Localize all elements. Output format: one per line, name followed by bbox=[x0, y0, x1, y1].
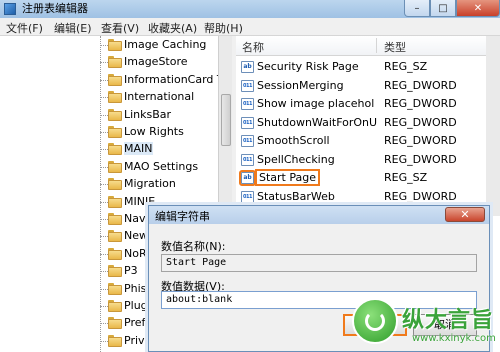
menu-favorites[interactable]: 收藏夹(A) bbox=[148, 20, 197, 36]
folder-icon bbox=[108, 265, 122, 278]
value-name: SpellChecking bbox=[257, 152, 335, 166]
binary-value-icon: 011 bbox=[241, 79, 254, 92]
tree-item-label: Image Caching bbox=[124, 38, 207, 51]
values-column-header: 名称 类型 bbox=[236, 36, 500, 56]
window-title-bar: 注册表编辑器 – □ ✕ bbox=[0, 0, 500, 18]
tree-item-label: P3 bbox=[124, 264, 138, 278]
tree-item-migration[interactable]: Migration bbox=[100, 176, 218, 193]
value-type: REG_SZ bbox=[384, 60, 428, 73]
tree-item-informationcard[interactable]: InformationCard T bbox=[100, 72, 224, 89]
value-type: REG_DWORD bbox=[384, 97, 457, 110]
close-button[interactable]: ✕ bbox=[456, 0, 500, 17]
window-controls: – □ ✕ bbox=[404, 0, 500, 18]
value-row-sessionmerging[interactable]: 011 SessionMerging REG_DWORD bbox=[236, 77, 486, 95]
folder-icon bbox=[108, 73, 122, 86]
value-name-label: 数值名称(N): bbox=[161, 240, 226, 253]
column-header-name[interactable]: 名称 bbox=[242, 39, 264, 55]
folder-icon bbox=[108, 282, 122, 295]
value-name-field: Start Page bbox=[161, 254, 477, 272]
menu-file[interactable]: 文件(F) bbox=[6, 20, 43, 36]
tree-item-low-rights[interactable]: Low Rights bbox=[100, 124, 218, 141]
folder-icon bbox=[108, 300, 122, 312]
tree-item-label: NoR bbox=[124, 246, 147, 260]
binary-value-icon: 011 bbox=[241, 135, 254, 147]
value-row-shutdownwaitforonunload[interactable]: 011 ShutdownWaitForOnU REG_DWORD bbox=[236, 114, 486, 132]
value-name: SessionMerging bbox=[257, 78, 344, 92]
tree-item-imagestore[interactable]: ImageStore bbox=[100, 54, 218, 71]
minimize-button[interactable]: – bbox=[404, 0, 430, 17]
value-name: SmoothScroll bbox=[257, 134, 330, 147]
folder-icon bbox=[108, 317, 122, 330]
string-value-icon: ab bbox=[239, 170, 256, 186]
value-row-smoothscroll[interactable]: 011 SmoothScroll REG_DWORD bbox=[236, 132, 486, 150]
folder-icon bbox=[108, 230, 122, 243]
tree-item-label: LinksBar bbox=[124, 107, 172, 121]
value-row-start-page[interactable]: ab Start Page REG_SZ bbox=[236, 169, 486, 187]
value-type: REG_DWORD bbox=[384, 115, 457, 129]
tree-item-main[interactable]: MAIN bbox=[100, 141, 218, 158]
folder-icon bbox=[108, 334, 122, 347]
folder-icon bbox=[108, 247, 122, 260]
regedit-app-icon bbox=[4, 3, 16, 15]
watermark-logo bbox=[352, 298, 398, 344]
value-name: StatusBarWeb bbox=[257, 189, 335, 203]
menu-view[interactable]: 查看(V) bbox=[101, 20, 139, 36]
value-type: REG_SZ bbox=[384, 171, 428, 184]
tree-item-label: Low Rights bbox=[124, 125, 184, 138]
folder-icon bbox=[108, 213, 122, 225]
tree-item-label: Plug bbox=[124, 299, 148, 312]
value-row-statusbarweb[interactable]: 011 StatusBarWeb REG_DWORD bbox=[236, 188, 486, 206]
tree-item-label: International bbox=[124, 90, 195, 104]
value-type: REG_DWORD bbox=[384, 78, 457, 92]
tree-item-label: InformationCard T bbox=[124, 72, 224, 86]
folder-icon bbox=[108, 160, 122, 173]
tree-item-linksbar[interactable]: LinksBar bbox=[100, 107, 218, 124]
tree-item-label: MAO Settings bbox=[124, 159, 199, 173]
value-type: REG_DWORD bbox=[384, 152, 457, 166]
binary-value-icon: 011 bbox=[241, 190, 254, 203]
tree-item-label: MAIN bbox=[124, 142, 153, 156]
tree-item-international[interactable]: International bbox=[100, 89, 218, 106]
dialog-title: 编辑字符串 bbox=[155, 210, 210, 223]
dialog-close-button[interactable]: ✕ bbox=[445, 207, 485, 222]
values-scrollbar[interactable] bbox=[486, 36, 500, 216]
tree-scrollbar-thumb[interactable] bbox=[221, 94, 231, 146]
window-title: 注册表编辑器 bbox=[22, 2, 88, 15]
value-row-security-risk-page[interactable]: ab Security Risk Page REG_SZ bbox=[236, 58, 486, 76]
folder-icon bbox=[108, 178, 122, 191]
binary-value-icon: 011 bbox=[241, 153, 254, 166]
folder-icon bbox=[108, 91, 122, 104]
column-header-type[interactable]: 类型 bbox=[384, 39, 406, 55]
tree-item-mao-settings[interactable]: MAO Settings bbox=[100, 159, 218, 176]
value-type: REG_DWORD bbox=[384, 134, 457, 147]
menu-bar: 文件(F) 编辑(E) 查看(V) 收藏夹(A) 帮助(H) bbox=[0, 18, 500, 36]
folder-open-icon bbox=[108, 143, 122, 156]
maximize-button[interactable]: □ bbox=[430, 0, 456, 17]
value-name: Start Page bbox=[255, 169, 320, 186]
value-row-show-image-placeholder[interactable]: 011 Show image placehol REG_DWORD bbox=[236, 95, 486, 113]
value-name: Show image placehol bbox=[257, 97, 375, 110]
value-type: REG_DWORD bbox=[384, 189, 457, 203]
folder-icon bbox=[108, 39, 122, 51]
folder-icon bbox=[108, 195, 122, 208]
tree-item-label: New bbox=[124, 229, 148, 243]
folder-icon bbox=[108, 108, 122, 121]
watermark-url: www.kxinyk.com bbox=[412, 333, 496, 344]
binary-value-icon: 011 bbox=[241, 98, 254, 110]
value-name: ShutdownWaitForOnU bbox=[257, 115, 377, 129]
watermark-text: 纵大言旨 bbox=[402, 308, 495, 333]
tree-item-image-caching[interactable]: Image Caching bbox=[100, 37, 218, 54]
binary-value-icon: 011 bbox=[241, 116, 254, 129]
value-row-spellchecking[interactable]: 011 SpellChecking REG_DWORD bbox=[236, 151, 486, 169]
tree-item-label: Migration bbox=[124, 177, 176, 191]
string-value-icon: ab bbox=[241, 61, 254, 73]
value-name: Security Risk Page bbox=[257, 60, 359, 73]
tree-item-label: ImageStore bbox=[124, 55, 188, 69]
menu-edit[interactable]: 编辑(E) bbox=[54, 20, 92, 36]
tree-item-label: Navi bbox=[124, 212, 149, 225]
menu-help[interactable]: 帮助(H) bbox=[204, 20, 243, 36]
folder-icon bbox=[108, 126, 122, 138]
dialog-title-bar: 编辑字符串 ✕ bbox=[149, 206, 489, 224]
folder-icon bbox=[108, 56, 122, 69]
